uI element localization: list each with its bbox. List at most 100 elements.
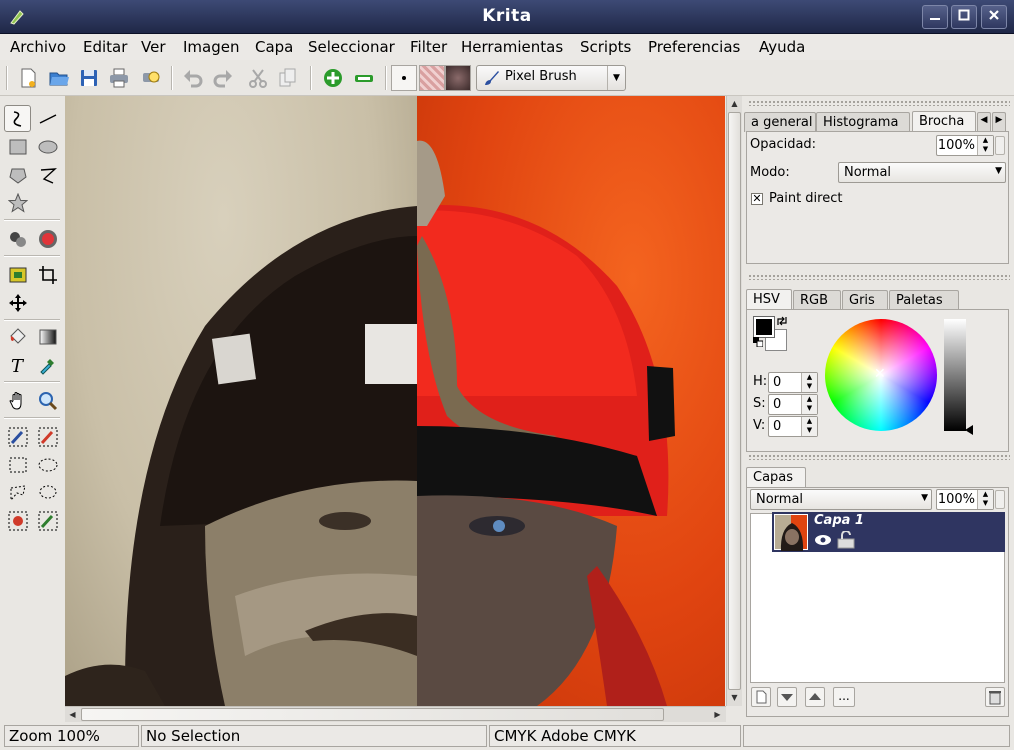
mode-combobox[interactable]: Normal ▼	[838, 162, 1006, 183]
polygon-tool[interactable]	[4, 161, 31, 188]
pan-tool[interactable]	[4, 387, 31, 414]
opacity-slider-handle[interactable]	[995, 136, 1005, 155]
text-tool[interactable]: T	[4, 351, 31, 378]
rectangular-selection-tool[interactable]	[4, 451, 31, 478]
spin-arrows-icon[interactable]: ▲ ▼	[801, 373, 817, 392]
crop-tool[interactable]	[34, 261, 61, 288]
scroll-left-arrow-icon[interactable]: ◀	[65, 707, 80, 722]
tab-gray[interactable]: Gris	[842, 290, 888, 310]
new-layer-button[interactable]	[751, 687, 771, 707]
eye-visibility-icon[interactable]	[814, 533, 832, 547]
eraser-selection-tool[interactable]	[34, 423, 61, 450]
minimize-button[interactable]	[922, 5, 948, 29]
cut-button[interactable]	[245, 65, 271, 91]
color-picker-tool[interactable]	[34, 351, 61, 378]
menu-capa[interactable]: Capa	[255, 38, 293, 56]
image-canvas[interactable]	[65, 96, 725, 706]
polyline-tool[interactable]	[34, 161, 61, 188]
new-file-button[interactable]	[15, 65, 41, 91]
opacity-spinbox[interactable]: 100% ▲ ▼	[936, 135, 994, 156]
freehand-brush-tool[interactable]	[4, 105, 31, 132]
menu-preferencias[interactable]: Preferencias	[648, 38, 740, 56]
dock-grip[interactable]	[748, 274, 1010, 280]
tab-scroll-left-icon[interactable]: ◀	[977, 112, 991, 132]
brush-shape-button[interactable]	[391, 65, 417, 91]
layer-opacity-spinbox[interactable]: 100% ▲ ▼	[936, 489, 994, 510]
menu-imagen[interactable]: Imagen	[183, 38, 239, 56]
reset-colors-icon[interactable]	[753, 337, 763, 347]
zoom-in-button[interactable]	[320, 65, 346, 91]
scroll-right-arrow-icon[interactable]: ▶	[710, 707, 725, 722]
polygonal-selection-tool[interactable]	[4, 479, 31, 506]
layer-properties-button[interactable]: ...	[833, 687, 855, 707]
tab-general[interactable]: a general	[744, 112, 816, 132]
tab-palettes[interactable]: Paletas	[889, 290, 959, 310]
spin-arrows-icon[interactable]: ▲ ▼	[977, 490, 993, 509]
rectangle-tool[interactable]	[4, 133, 31, 160]
menu-ver[interactable]: Ver	[141, 38, 166, 56]
menu-archivo[interactable]: Archivo	[10, 38, 66, 56]
slider-marker-icon[interactable]	[965, 425, 973, 435]
outline-selection-tool[interactable]	[34, 479, 61, 506]
move-layer-up-button[interactable]	[805, 687, 825, 707]
swap-colors-icon[interactable]	[776, 315, 788, 327]
redo-button[interactable]	[210, 65, 236, 91]
move-layer-down-button[interactable]	[777, 687, 797, 707]
print-preview-button[interactable]	[138, 65, 164, 91]
undo-button[interactable]	[180, 65, 206, 91]
gradient-pattern-button[interactable]	[419, 65, 445, 91]
brush-preset-dropdown[interactable]: Pixel Brush ▼	[476, 65, 626, 91]
horizontal-scroll-thumb[interactable]	[81, 708, 664, 721]
scroll-up-arrow-icon[interactable]: ▲	[727, 96, 742, 111]
menu-herramientas[interactable]: Herramientas	[461, 38, 563, 56]
zoom-out-button[interactable]	[351, 65, 377, 91]
maximize-button[interactable]	[951, 5, 977, 29]
tab-rgb[interactable]: RGB	[793, 290, 841, 310]
layer-row-capa-1[interactable]: Capa 1	[772, 512, 1005, 552]
color-selection-tool[interactable]	[34, 507, 61, 534]
menu-scripts[interactable]: Scripts	[580, 38, 631, 56]
gradient-tool[interactable]	[34, 323, 61, 350]
ellipse-tool[interactable]	[34, 133, 61, 160]
smudge-tool[interactable]	[34, 225, 61, 252]
brush-selection-tool[interactable]	[4, 423, 31, 450]
tab-brush[interactable]: Brocha	[912, 111, 976, 132]
menu-seleccionar[interactable]: Seleccionar	[308, 38, 395, 56]
menu-ayuda[interactable]: Ayuda	[759, 38, 805, 56]
close-button[interactable]	[981, 5, 1007, 29]
horizontal-scrollbar[interactable]: ◀ ▶	[65, 706, 726, 722]
spin-arrows-icon[interactable]: ▲ ▼	[977, 136, 993, 155]
hue-spinbox[interactable]: 0 ▲ ▼	[768, 372, 818, 393]
contiguous-selection-tool[interactable]	[4, 507, 31, 534]
open-file-button[interactable]	[46, 65, 72, 91]
elliptical-selection-tool[interactable]	[34, 451, 61, 478]
spin-arrows-icon[interactable]: ▲ ▼	[801, 395, 817, 414]
copy-button[interactable]	[275, 65, 301, 91]
tab-layers[interactable]: Capas	[746, 467, 806, 488]
value-gradient-slider[interactable]	[944, 319, 966, 431]
foreground-color-swatch[interactable]	[753, 316, 775, 338]
menu-filter[interactable]: Filter	[410, 38, 447, 56]
save-button[interactable]	[76, 65, 102, 91]
delete-layer-button[interactable]	[985, 687, 1005, 707]
fill-tool[interactable]	[4, 323, 31, 350]
tab-hsv[interactable]: HSV	[746, 289, 792, 310]
dock-grip[interactable]	[748, 454, 1010, 460]
move-tool[interactable]	[4, 289, 31, 316]
lock-icon[interactable]	[836, 531, 856, 549]
menu-editar[interactable]: Editar	[83, 38, 127, 56]
print-button[interactable]	[106, 65, 132, 91]
tab-scroll-right-icon[interactable]: ▶	[992, 112, 1006, 132]
spin-arrows-icon[interactable]: ▲ ▼	[801, 417, 817, 436]
value-spinbox[interactable]: 0 ▲ ▼	[768, 416, 818, 437]
vertical-scroll-thumb[interactable]	[728, 112, 741, 690]
line-tool[interactable]	[34, 105, 61, 132]
vertical-scrollbar[interactable]: ▲ ▼	[726, 96, 742, 706]
dock-grip[interactable]	[748, 100, 1010, 106]
zoom-tool[interactable]	[34, 387, 61, 414]
scroll-down-arrow-icon[interactable]: ▼	[727, 690, 742, 705]
tab-histogram[interactable]: Histograma	[816, 112, 910, 132]
star-tool[interactable]	[4, 189, 31, 216]
duplicate-tool[interactable]	[4, 225, 31, 252]
paint-direct-checkbox[interactable]: ✕	[751, 193, 763, 205]
